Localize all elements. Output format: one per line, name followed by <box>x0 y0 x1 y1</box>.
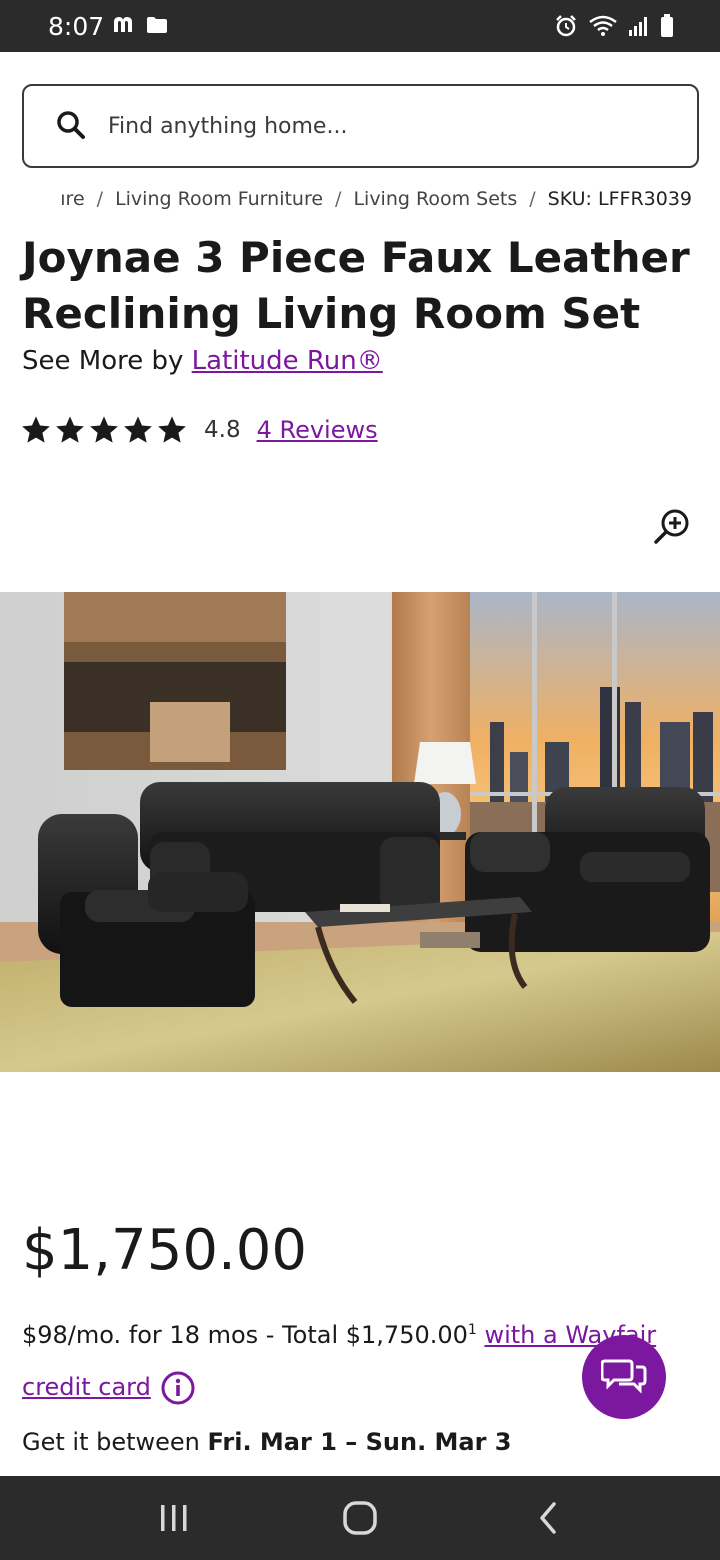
search-icon <box>57 111 85 139</box>
rating-row[interactable]: 4.8 4 Reviews <box>20 414 378 446</box>
status-bar: 8:07 <box>0 0 720 52</box>
search-box[interactable] <box>22 84 699 168</box>
chat-icon <box>601 1359 647 1394</box>
star-icon <box>90 416 118 443</box>
delivery-estimate: Get it between Fri. Mar 1 – Sun. Mar 3 <box>22 1428 512 1456</box>
battery-icon <box>661 14 673 37</box>
delivery-prefix: Get it between <box>22 1428 208 1456</box>
chat-button[interactable] <box>582 1335 666 1419</box>
rating-value: 4.8 <box>204 417 241 443</box>
price: $1,750.00 <box>22 1218 308 1283</box>
product-title: Joynae 3 Piece Faux Leather Reclining Li… <box>22 233 690 338</box>
search-input[interactable] <box>108 102 668 150</box>
breadcrumb-sku: SKU: LFFR3039 <box>547 188 692 210</box>
financing-footnote: 1 <box>467 1322 477 1338</box>
breadcrumb: ıre / Living Room Furniture / Living Roo… <box>60 188 692 210</box>
star-icon <box>22 416 50 443</box>
breadcrumb-item-living-room-furniture[interactable]: Living Room Furniture <box>115 188 323 210</box>
recents-button[interactable] <box>144 1498 204 1538</box>
home-button[interactable] <box>330 1498 390 1538</box>
see-more-line: See More by Latitude Run® <box>22 346 383 376</box>
financing-text: $98/mo. for 18 mos - Total $1,750.00 <box>22 1321 468 1349</box>
product-image[interactable] <box>0 592 720 1072</box>
zoom-in-icon[interactable] <box>652 506 692 546</box>
recents-icon <box>161 1505 187 1531</box>
star-rating <box>20 414 188 446</box>
see-more-prefix: See More by <box>22 346 192 376</box>
living-room-set-photo <box>0 592 720 1072</box>
status-time: 8:07 <box>48 12 105 41</box>
alarm-icon <box>556 15 576 37</box>
home-icon <box>343 1501 377 1535</box>
info-icon[interactable] <box>161 1371 195 1405</box>
navigation-bar <box>0 1476 720 1560</box>
back-button[interactable] <box>518 1498 578 1538</box>
folder-icon <box>147 17 167 33</box>
breadcrumb-item-furniture[interactable]: ıre <box>60 188 84 210</box>
star-icon <box>124 416 152 443</box>
reviews-link[interactable]: 4 Reviews <box>257 416 378 444</box>
star-icon <box>158 416 186 443</box>
delivery-dates: Fri. Mar 1 – Sun. Mar 3 <box>207 1428 512 1456</box>
star-icon <box>56 416 84 443</box>
back-icon <box>540 1502 556 1534</box>
breadcrumb-item-living-room-sets[interactable]: Living Room Sets <box>353 188 517 210</box>
wifi-icon <box>589 15 617 36</box>
messenger-notification-icon <box>114 17 132 32</box>
signal-icon <box>629 17 647 36</box>
brand-link[interactable]: Latitude Run® <box>192 346 383 376</box>
